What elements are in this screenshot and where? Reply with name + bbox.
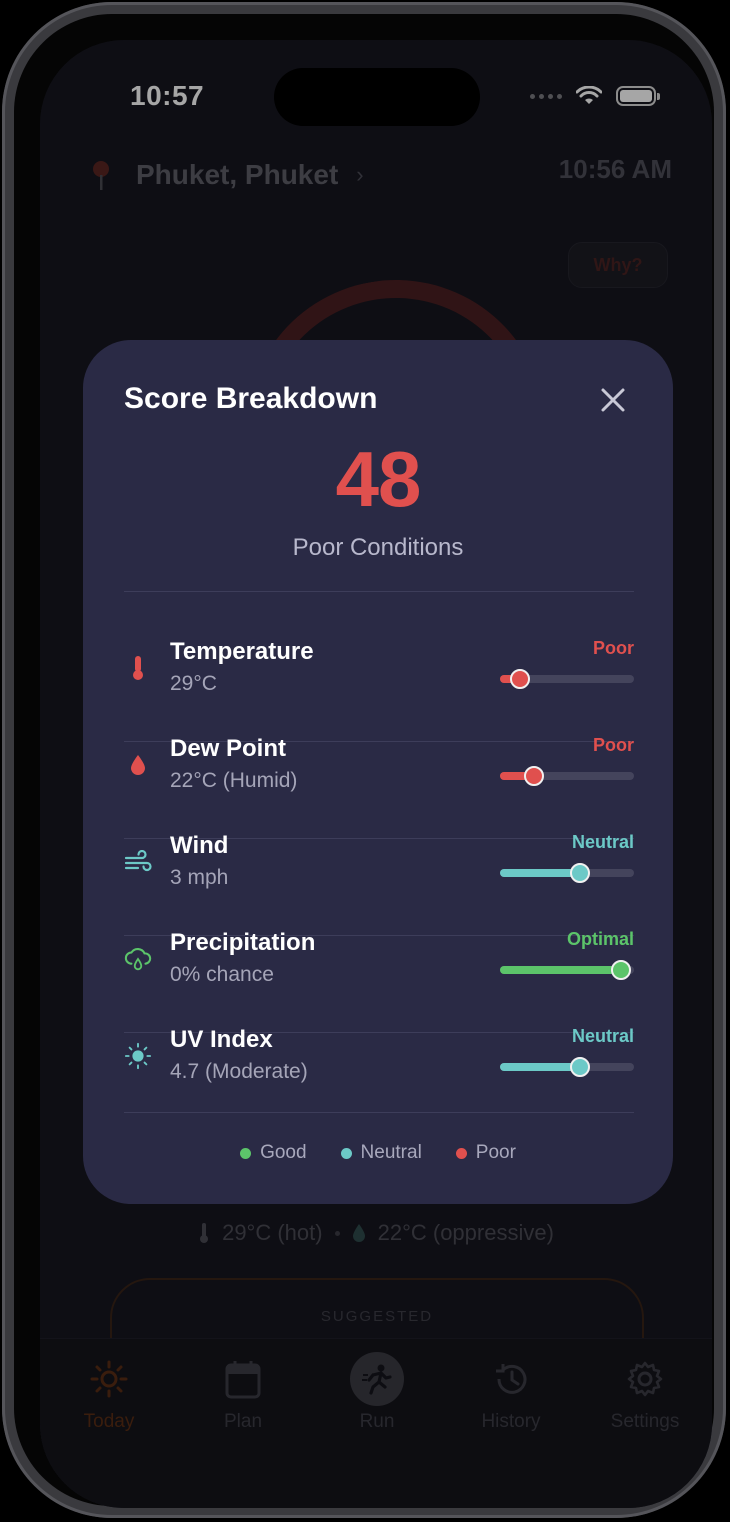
slider-fill <box>500 966 621 974</box>
factor-status: Optimal <box>566 929 634 949</box>
screen: 10:57 Phuket, Phuket › 10:56 AM Why? 29°… <box>40 40 712 1508</box>
divider <box>124 1112 634 1113</box>
factor-status: Neutral <box>571 832 634 852</box>
slider-fill <box>500 869 581 877</box>
legend-dot <box>340 1147 352 1159</box>
factor-value: 0% chance <box>170 963 274 986</box>
slider-fill <box>500 1063 581 1071</box>
factor-row-wind: Wind 3 mph Neutral <box>124 820 634 916</box>
slider-knob <box>570 863 591 883</box>
modal-title: Score Breakdown <box>124 382 378 415</box>
factor-name: Precipitation <box>170 929 316 956</box>
factor-row-uv-index: UV Index 4.7 (Moderate) Neutral <box>124 1014 634 1110</box>
factor-name: UV Index <box>170 1026 273 1053</box>
factor-slider <box>500 863 634 883</box>
legend-label: Neutral <box>360 1142 422 1163</box>
slider-knob <box>510 669 531 689</box>
close-icon[interactable] <box>597 384 629 416</box>
factor-name: Wind <box>170 832 229 859</box>
sun-icon <box>124 1042 152 1070</box>
thermometer-icon <box>133 656 143 680</box>
legend-item-poor: Poor <box>455 1142 516 1164</box>
factor-slider <box>500 1057 634 1077</box>
legend-item-good: Good <box>240 1142 307 1164</box>
factor-name: Dew Point <box>170 735 287 762</box>
factor-value: 29°C <box>170 672 217 695</box>
phone-frame: 10:57 Phuket, Phuket › 10:56 AM Why? 29°… <box>2 2 726 1518</box>
legend: Good Neutral Poor <box>83 1142 673 1164</box>
phone-bezel: 10:57 Phuket, Phuket › 10:56 AM Why? 29°… <box>14 14 714 1508</box>
divider <box>124 591 634 592</box>
factor-value: 22°C (Humid) <box>170 769 298 792</box>
slider-knob <box>570 1057 591 1077</box>
factor-slider <box>500 766 634 786</box>
slider-knob <box>610 960 631 980</box>
factor-value: 4.7 (Moderate) <box>170 1060 308 1083</box>
score-value: 48 <box>335 435 422 523</box>
legend-dot <box>240 1147 252 1159</box>
factor-name: Temperature <box>170 638 314 665</box>
legend-dot <box>455 1147 467 1159</box>
factor-row-precipitation: Precipitation 0% chance Optimal <box>124 917 634 1013</box>
cloud-rain-icon <box>124 948 152 971</box>
score-breakdown-modal: Score Breakdown 48 Poor Conditions Tempe… <box>83 340 673 1204</box>
wind-icon <box>124 850 152 872</box>
factor-status: Neutral <box>571 1026 634 1046</box>
factor-status: Poor <box>592 638 634 658</box>
factor-value: 3 mph <box>170 866 229 889</box>
legend-item-neutral: Neutral <box>340 1142 422 1164</box>
factor-slider <box>500 960 634 980</box>
factor-status: Poor <box>592 735 634 755</box>
slider-knob <box>523 766 544 786</box>
legend-label: Poor <box>475 1142 516 1163</box>
score-label: Poor Conditions <box>292 534 464 561</box>
factor-slider <box>500 669 634 689</box>
factor-row-temperature: Temperature 29°C Poor <box>124 626 634 722</box>
droplet-icon <box>131 755 145 775</box>
factor-row-dew-point: Dew Point 22°C (Humid) Poor <box>124 723 634 819</box>
legend-label: Good <box>260 1142 307 1163</box>
